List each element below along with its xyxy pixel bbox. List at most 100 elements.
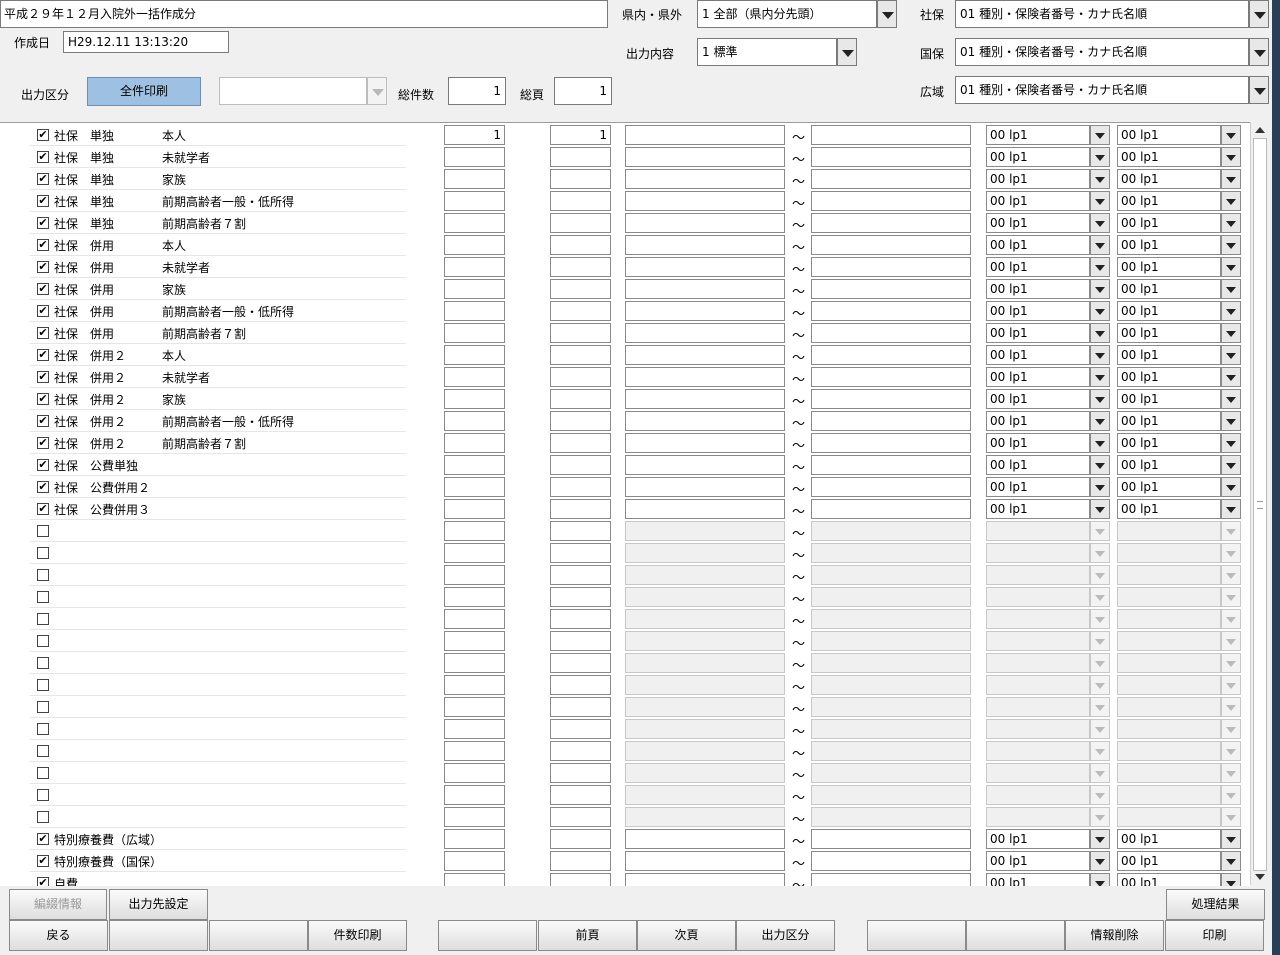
row-range-to-input[interactable] (811, 499, 971, 519)
row-printer-2-select[interactable]: 00 lp1 (1117, 829, 1221, 849)
row-printer-2-select[interactable]: 00 lp1 (1117, 433, 1221, 453)
row-printer-2-select[interactable]: 00 lp1 (1117, 477, 1221, 497)
row-printer-2-select[interactable] (1117, 763, 1221, 783)
row-checkbox[interactable]: ✔ (37, 173, 49, 185)
row-pages-input[interactable] (550, 169, 611, 189)
edit-info-button[interactable]: 編綴情報 (9, 889, 107, 920)
row-printer-2-dropdown-icon[interactable] (1221, 367, 1241, 387)
row-range-from-input[interactable] (625, 213, 785, 233)
scroll-thumb[interactable] (1253, 138, 1267, 871)
list-scrollbar[interactable] (1250, 122, 1268, 885)
row-checkbox[interactable] (37, 701, 49, 713)
row-printer-1-select[interactable]: 00 lp1 (986, 235, 1090, 255)
row-pages-input[interactable] (550, 587, 611, 607)
row-range-from-input[interactable] (625, 367, 785, 387)
row-printer-2-dropdown-icon[interactable] (1221, 147, 1241, 167)
row-count-input[interactable] (444, 235, 505, 255)
row-checkbox[interactable] (37, 789, 49, 801)
row-count-input[interactable] (444, 851, 505, 871)
row-printer-1-dropdown-icon[interactable] (1090, 433, 1110, 453)
row-range-to-input[interactable] (811, 741, 971, 761)
row-printer-1-dropdown-icon[interactable] (1090, 257, 1110, 277)
row-printer-1-dropdown-icon[interactable] (1090, 763, 1110, 783)
row-pages-input[interactable]: 1 (550, 125, 611, 145)
row-printer-2-dropdown-icon[interactable] (1221, 125, 1241, 145)
output-content-select[interactable]: 1 標準 (697, 38, 837, 66)
row-printer-2-select[interactable]: 00 lp1 (1117, 125, 1221, 145)
row-count-input[interactable] (444, 873, 505, 886)
row-printer-1-dropdown-icon[interactable] (1090, 609, 1110, 629)
row-range-to-input[interactable] (811, 609, 971, 629)
row-printer-2-dropdown-icon[interactable] (1221, 499, 1241, 519)
row-pages-input[interactable] (550, 851, 611, 871)
row-printer-1-dropdown-icon[interactable] (1090, 741, 1110, 761)
row-pages-input[interactable] (550, 455, 611, 475)
row-printer-2-dropdown-icon[interactable] (1221, 521, 1241, 541)
row-range-to-input[interactable] (811, 807, 971, 827)
row-checkbox[interactable]: ✔ (37, 855, 49, 867)
row-pages-input[interactable] (550, 367, 611, 387)
row-printer-2-dropdown-icon[interactable] (1221, 719, 1241, 739)
row-printer-1-select[interactable]: 00 lp1 (986, 851, 1090, 871)
row-count-input[interactable]: 1 (444, 125, 505, 145)
row-printer-1-dropdown-icon[interactable] (1090, 235, 1110, 255)
koiki-dropdown-icon[interactable] (1249, 76, 1269, 104)
row-printer-1-dropdown-icon[interactable] (1090, 653, 1110, 673)
row-range-from-input[interactable] (625, 279, 785, 299)
row-printer-1-dropdown-icon[interactable] (1090, 521, 1110, 541)
row-range-from-input[interactable] (625, 653, 785, 673)
row-pages-input[interactable] (550, 763, 611, 783)
row-printer-1-select[interactable]: 00 lp1 (986, 301, 1090, 321)
row-count-input[interactable] (444, 411, 505, 431)
row-printer-1-select[interactable] (986, 565, 1090, 585)
row-printer-1-select[interactable] (986, 697, 1090, 717)
row-checkbox[interactable] (37, 525, 49, 537)
row-printer-2-select[interactable]: 00 lp1 (1117, 367, 1221, 387)
row-printer-2-dropdown-icon[interactable] (1221, 389, 1241, 409)
row-range-to-input[interactable] (811, 147, 971, 167)
row-count-input[interactable] (444, 785, 505, 805)
row-printer-1-select[interactable] (986, 719, 1090, 739)
row-printer-2-dropdown-icon[interactable] (1221, 169, 1241, 189)
row-checkbox[interactable] (37, 811, 49, 823)
row-printer-2-dropdown-icon[interactable] (1221, 675, 1241, 695)
row-count-input[interactable] (444, 477, 505, 497)
row-printer-2-dropdown-icon[interactable] (1221, 213, 1241, 233)
row-printer-1-select[interactable] (986, 521, 1090, 541)
row-range-to-input[interactable] (811, 345, 971, 365)
row-range-to-input[interactable] (811, 477, 971, 497)
row-pages-input[interactable] (550, 697, 611, 717)
row-printer-1-dropdown-icon[interactable] (1090, 323, 1110, 343)
shaho-sort-select[interactable]: 01 種別・保険者番号・カナ氏名順 (955, 0, 1249, 28)
row-checkbox[interactable]: ✔ (37, 393, 49, 405)
row-printer-2-dropdown-icon[interactable] (1221, 851, 1241, 871)
row-printer-2-select[interactable] (1117, 609, 1221, 629)
row-pages-input[interactable] (550, 609, 611, 629)
row-range-from-input[interactable] (625, 345, 785, 365)
row-pages-input[interactable] (550, 565, 611, 585)
row-printer-2-dropdown-icon[interactable] (1221, 345, 1241, 365)
row-printer-2-select[interactable]: 00 lp1 (1117, 213, 1221, 233)
row-pages-input[interactable] (550, 653, 611, 673)
row-pages-input[interactable] (550, 279, 611, 299)
row-printer-1-dropdown-icon[interactable] (1090, 807, 1110, 827)
row-printer-1-select[interactable] (986, 741, 1090, 761)
row-printer-2-select[interactable]: 00 lp1 (1117, 323, 1221, 343)
row-range-to-input[interactable] (811, 169, 971, 189)
row-pages-input[interactable] (550, 389, 611, 409)
shaho-dropdown-icon[interactable] (1249, 0, 1269, 28)
row-count-input[interactable] (444, 389, 505, 409)
row-pages-input[interactable] (550, 257, 611, 277)
row-printer-2-dropdown-icon[interactable] (1221, 631, 1241, 651)
footer-button-2[interactable] (109, 920, 208, 951)
row-count-input[interactable] (444, 345, 505, 365)
row-count-input[interactable] (444, 323, 505, 343)
row-range-to-input[interactable] (811, 675, 971, 695)
row-range-from-input[interactable] (625, 191, 785, 211)
row-count-input[interactable] (444, 631, 505, 651)
row-range-to-input[interactable] (811, 763, 971, 783)
row-range-to-input[interactable] (811, 125, 971, 145)
row-printer-1-select[interactable] (986, 763, 1090, 783)
row-checkbox[interactable] (37, 657, 49, 669)
row-range-to-input[interactable] (811, 587, 971, 607)
